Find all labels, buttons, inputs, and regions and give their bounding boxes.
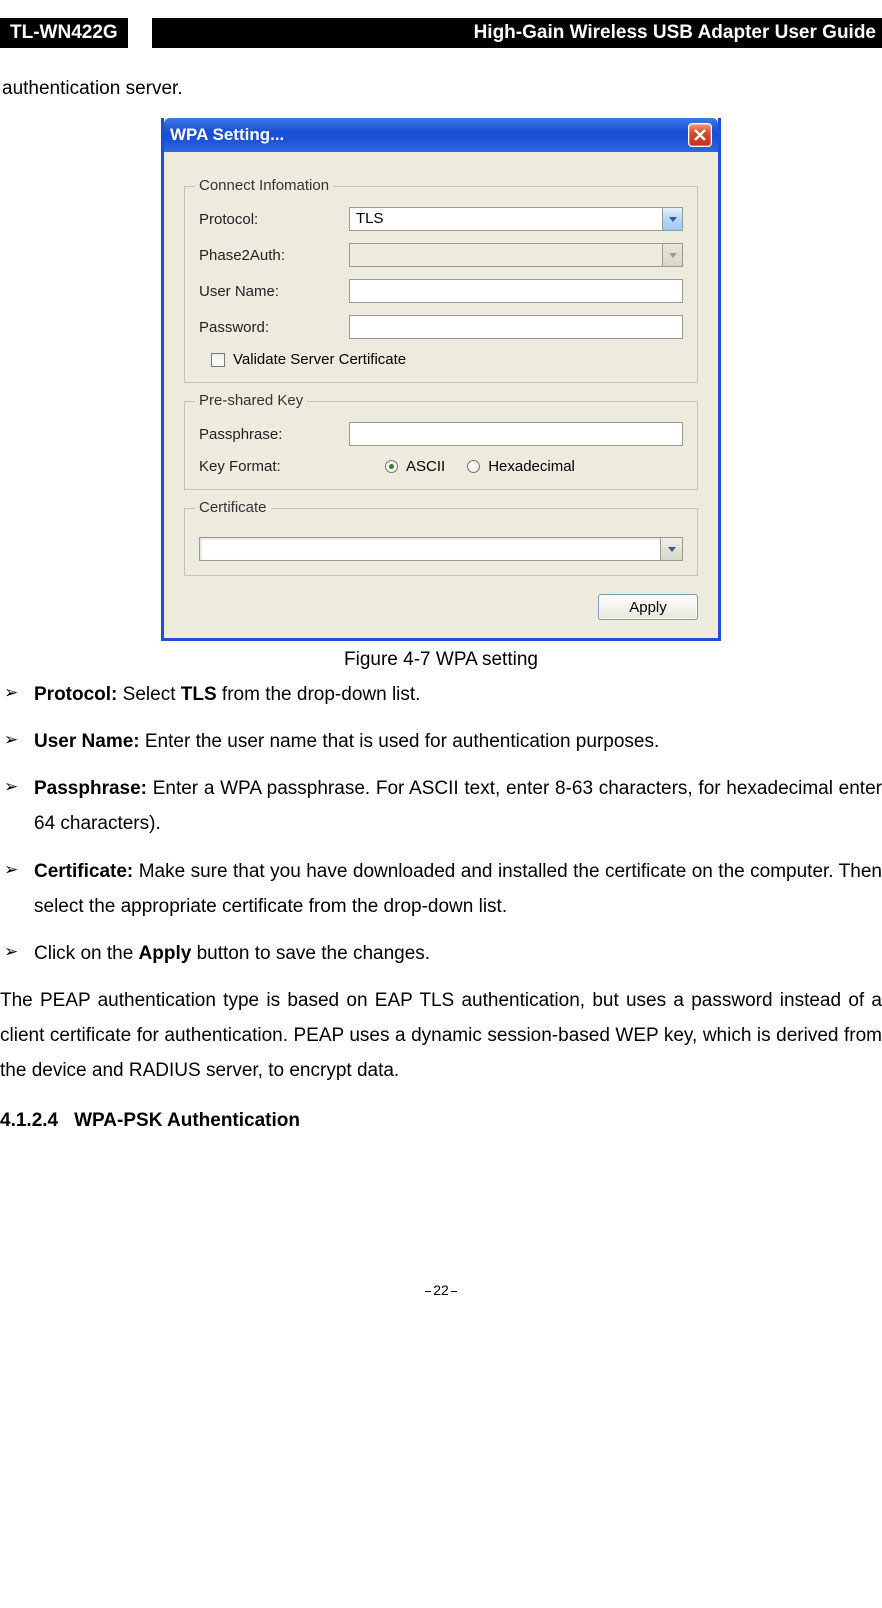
peap-paragraph: The PEAP authentication type is based on… — [0, 983, 882, 1088]
close-icon — [693, 128, 707, 142]
protocol-label: Protocol: — [199, 211, 349, 228]
password-input[interactable] — [349, 315, 683, 339]
intro-text: authentication server. — [2, 78, 882, 100]
page-number: 22 — [0, 1282, 882, 1318]
ascii-radio[interactable] — [385, 460, 398, 473]
validate-cert-label: Validate Server Certificate — [233, 351, 406, 368]
close-button[interactable] — [688, 123, 712, 147]
bullet-icon: ➢ — [0, 936, 34, 971]
bullet-passphrase: Passphrase: Enter a WPA passphrase. For … — [34, 771, 882, 841]
passphrase-label: Passphrase: — [199, 426, 349, 443]
dropdown-icon — [662, 208, 682, 230]
username-label: User Name: — [199, 283, 349, 300]
dialog-title: WPA Setting... — [170, 125, 688, 145]
username-input[interactable] — [349, 279, 683, 303]
apply-button-label: Apply — [629, 599, 667, 616]
section-number: 4.1.2.4 — [0, 1110, 58, 1132]
connect-info-group: Connect Infomation Protocol: TLS Phase2A… — [184, 186, 698, 383]
bullet-icon: ➢ — [0, 677, 34, 712]
validate-cert-checkbox[interactable] — [211, 353, 225, 367]
connect-info-legend: Connect Infomation — [195, 177, 333, 194]
hex-radio[interactable] — [467, 460, 480, 473]
certificate-legend: Certificate — [195, 499, 271, 516]
header-title: High-Gain Wireless USB Adapter User Guid… — [152, 18, 882, 48]
dropdown-icon — [662, 244, 682, 266]
ascii-radio-label: ASCII — [406, 458, 445, 475]
certificate-group: Certificate — [184, 508, 698, 576]
section-title: WPA-PSK Authentication — [74, 1110, 300, 1131]
passphrase-input[interactable] — [349, 422, 683, 446]
preshared-key-legend: Pre-shared Key — [195, 392, 307, 409]
protocol-value: TLS — [350, 208, 662, 230]
password-label: Password: — [199, 319, 349, 336]
bullet-icon: ➢ — [0, 854, 34, 924]
keyformat-label: Key Format: — [199, 458, 349, 475]
certificate-select[interactable] — [199, 537, 661, 561]
bullet-protocol: Protocol: Select TLS from the drop-down … — [34, 677, 882, 712]
bullet-certificate: Certificate: Make sure that you have dow… — [34, 854, 882, 924]
phase2-select — [349, 243, 683, 267]
wpa-setting-dialog: WPA Setting... Connect Infomation Protoc… — [161, 118, 721, 641]
preshared-key-group: Pre-shared Key Passphrase: Key Format: A… — [184, 401, 698, 490]
bullet-apply: Click on the Apply button to save the ch… — [34, 936, 882, 971]
figure-caption: Figure 4-7 WPA setting — [0, 649, 882, 671]
header-model: TL-WN422G — [0, 18, 128, 48]
page-header: TL-WN422G High-Gain Wireless USB Adapter… — [0, 18, 882, 48]
protocol-select[interactable]: TLS — [349, 207, 683, 231]
bullet-username: User Name: Enter the user name that is u… — [34, 724, 882, 759]
apply-button[interactable]: Apply — [598, 594, 698, 620]
certificate-dropdown-button[interactable] — [661, 537, 683, 561]
dialog-titlebar: WPA Setting... — [164, 118, 718, 152]
chevron-down-icon — [668, 547, 676, 552]
bullet-icon: ➢ — [0, 771, 34, 841]
hex-radio-label: Hexadecimal — [488, 458, 575, 475]
bullet-icon: ➢ — [0, 724, 34, 759]
section-heading: 4.1.2.4 WPA-PSK Authentication — [0, 1110, 882, 1132]
phase2-label: Phase2Auth: — [199, 247, 349, 264]
